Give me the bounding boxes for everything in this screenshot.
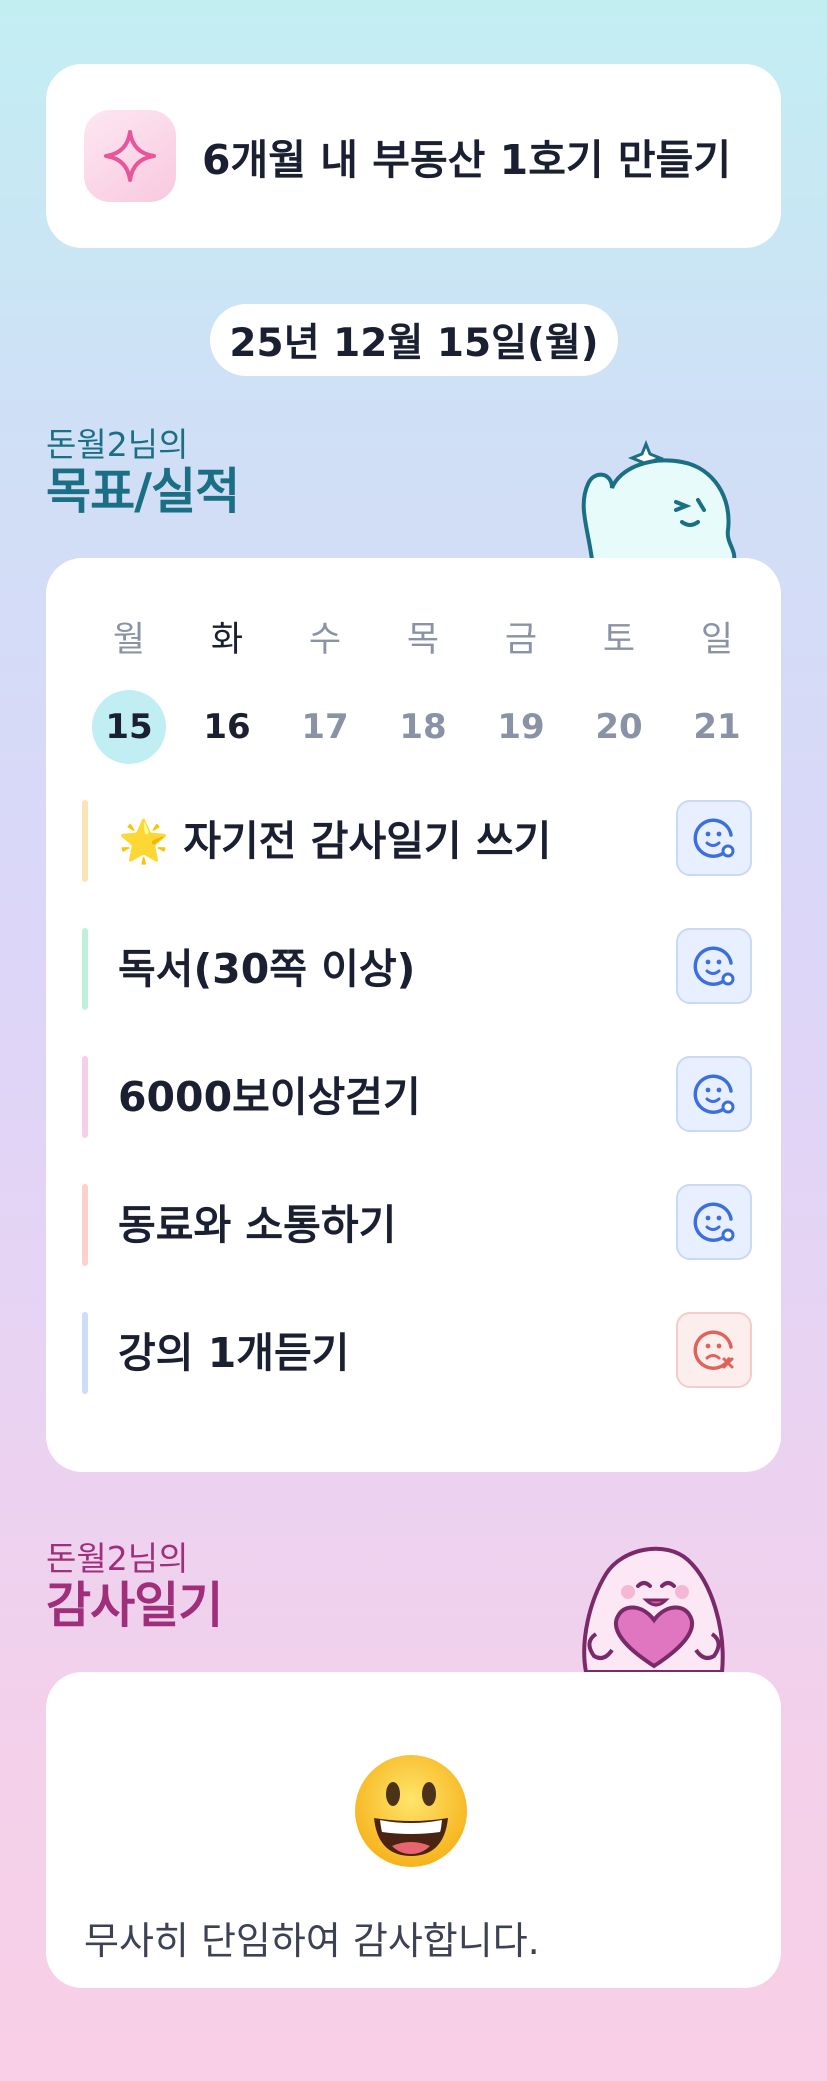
- day-name: 월: [112, 620, 146, 660]
- day-number: 18: [399, 707, 447, 747]
- task-label: 독서(30쪽 이상): [118, 945, 416, 993]
- diary-section-title: 감사일기: [46, 1577, 223, 1634]
- day-number: 20: [595, 707, 643, 747]
- task-label: 동료와 소통하기: [118, 1201, 397, 1249]
- day-tuesday[interactable]: 화 16: [182, 616, 272, 764]
- tracker-section-title: 목표/실적: [46, 463, 240, 520]
- day-number: 17: [301, 707, 349, 747]
- day-name: 토: [602, 620, 636, 660]
- day-name: 화: [210, 620, 244, 660]
- day-friday[interactable]: 금 19: [476, 616, 566, 764]
- task-item[interactable]: 6000보이상걷기: [82, 1056, 752, 1138]
- day-name: 금: [504, 620, 538, 660]
- day-monday[interactable]: 월 15: [84, 616, 174, 764]
- mascot-heart-illustration: [566, 1530, 742, 1676]
- goal-text: 6개월 내 부동산 1호기 만들기: [202, 136, 732, 184]
- task-color-bar: [82, 1312, 88, 1394]
- diary-section-header: 돈월2님의 감사일기: [46, 1539, 223, 1634]
- task-color-bar: [82, 928, 88, 1010]
- day-number: 21: [693, 707, 741, 747]
- sparkle-icon: [84, 110, 176, 202]
- task-label: 6000보이상걷기: [118, 1073, 421, 1121]
- week-strip: 월 15 화 16 수 17 목 18 금 19 토 20 일 21: [46, 616, 781, 766]
- day-name: 일: [700, 620, 734, 660]
- day-wednesday[interactable]: 수 17: [280, 616, 370, 764]
- smile-check-icon[interactable]: [676, 1184, 752, 1260]
- diary-section-subtitle: 돈월2님의: [46, 1539, 189, 1578]
- day-sunday[interactable]: 일 21: [672, 616, 762, 764]
- diary-entry-text: 무사히 단임하여 감사합니다.: [84, 1919, 540, 1963]
- task-label: 🌟 자기전 감사일기 쓰기: [118, 817, 552, 865]
- task-color-bar: [82, 1184, 88, 1266]
- tracker-section-header: 돈월2님의 목표/실적: [46, 425, 240, 520]
- smile-check-icon[interactable]: [676, 1056, 752, 1132]
- goal-tracker-card: 월 15 화 16 수 17 목 18 금 19 토 20 일 21 🌟 자기전: [46, 558, 781, 1472]
- sad-x-icon[interactable]: [676, 1312, 752, 1388]
- smile-check-icon[interactable]: [676, 928, 752, 1004]
- goal-card[interactable]: 6개월 내 부동산 1호기 만들기: [46, 64, 781, 248]
- task-color-bar: [82, 1056, 88, 1138]
- day-thursday[interactable]: 목 18: [378, 616, 468, 764]
- date-selector[interactable]: 25년 12월 15일(월): [210, 304, 618, 376]
- day-number: 15: [92, 690, 166, 764]
- task-item[interactable]: 🌟 자기전 감사일기 쓰기: [82, 800, 752, 882]
- smile-check-icon[interactable]: [676, 800, 752, 876]
- day-name: 수: [308, 620, 342, 660]
- day-number: 19: [497, 707, 545, 747]
- grinning-face-icon: [352, 1752, 470, 1870]
- task-label: 강의 1개듣기: [118, 1329, 350, 1377]
- tracker-section-subtitle: 돈월2님의: [46, 425, 189, 464]
- task-color-bar: [82, 800, 88, 882]
- gratitude-diary-card[interactable]: 무사히 단임하여 감사합니다.: [46, 1672, 781, 1988]
- day-name: 목: [406, 620, 440, 660]
- task-item[interactable]: 독서(30쪽 이상): [82, 928, 752, 1010]
- task-item[interactable]: 동료와 소통하기: [82, 1184, 752, 1266]
- mascot-ghost-illustration: [572, 418, 742, 564]
- day-number: 16: [203, 707, 251, 747]
- task-item[interactable]: 강의 1개듣기: [82, 1312, 752, 1394]
- day-saturday[interactable]: 토 20: [574, 616, 664, 764]
